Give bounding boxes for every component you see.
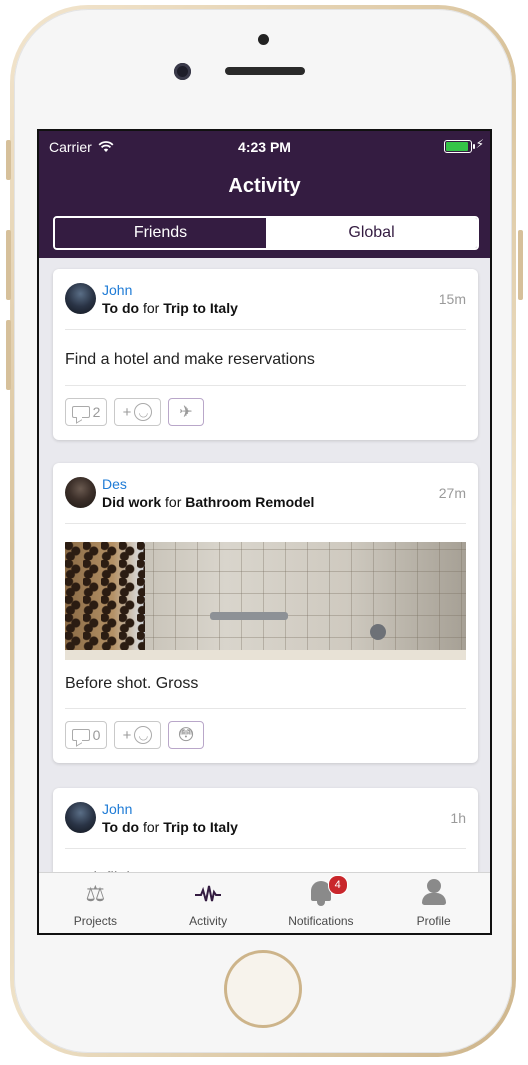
- post-text: Before shot. Gross: [65, 675, 199, 692]
- reaction-flushed-face[interactable]: 😳: [168, 721, 204, 749]
- airplane-icon: ✈: [179, 404, 193, 421]
- home-button[interactable]: [224, 950, 302, 1028]
- plus-icon: +: [122, 726, 132, 744]
- charging-icon: ⚡: [475, 137, 484, 151]
- comment-button[interactable]: 0: [65, 721, 107, 749]
- avatar[interactable]: [65, 802, 96, 833]
- volume-down-button: [6, 320, 11, 390]
- feed-scope-control: Friends Global: [53, 216, 479, 250]
- tab-label: Projects: [73, 914, 118, 928]
- proximity-sensor: [258, 34, 269, 45]
- activity-card[interactable]: John To do for Trip to Italy 1h Book fli…: [53, 788, 478, 873]
- activity-connector: for: [142, 300, 160, 316]
- activity-type: Did work: [102, 494, 162, 510]
- reaction-airplane[interactable]: ✈: [168, 398, 204, 426]
- mute-switch: [6, 140, 11, 180]
- card-header: John To do for Trip to Italy 1h: [53, 788, 478, 848]
- tab-bar: ⚖ Projects Activity 4 Notifications Prof…: [39, 872, 490, 933]
- tab-activity[interactable]: Activity: [152, 873, 265, 933]
- power-button: [518, 230, 523, 300]
- plus-icon: +: [122, 403, 132, 421]
- card-actions: 2 + ◡ ✈: [53, 386, 478, 440]
- tab-friends[interactable]: Friends: [55, 218, 266, 248]
- activity-connector: for: [142, 819, 160, 835]
- card-actions: 0 + ◡ 😳: [53, 709, 478, 763]
- tab-profile[interactable]: Profile: [377, 873, 490, 933]
- person-icon-body: [421, 893, 446, 905]
- divider: [65, 523, 466, 524]
- activity-summary: To do for Trip to Italy: [102, 819, 238, 835]
- activity-type: To do: [102, 300, 140, 316]
- earpiece-speaker: [225, 67, 305, 75]
- tab-global[interactable]: Global: [266, 218, 477, 248]
- photo-faucet: [370, 624, 386, 640]
- add-reaction-button[interactable]: + ◡: [114, 398, 161, 426]
- top-bar: Carrier 4:23 PM ⚡ Activity Friends Globa…: [39, 131, 490, 258]
- activity-summary: Did work for Bathroom Remodel: [102, 494, 314, 510]
- comment-count: 2: [92, 404, 101, 420]
- volume-up-button: [6, 230, 11, 300]
- activity-summary: To do for Trip to Italy: [102, 300, 238, 316]
- avatar[interactable]: [65, 477, 96, 508]
- add-reaction-button[interactable]: + ◡: [114, 721, 161, 749]
- tab-label: Activity: [189, 914, 228, 928]
- timestamp: 1h: [450, 810, 466, 826]
- card-header: John To do for Trip to Italy 15m: [53, 269, 478, 329]
- battery-level: [446, 142, 468, 151]
- photo-tub: [65, 650, 466, 660]
- activity-card[interactable]: Des Did work for Bathroom Remodel 27m Be…: [53, 463, 478, 763]
- tab-notifications[interactable]: 4 Notifications: [265, 873, 378, 933]
- project-name[interactable]: Trip to Italy: [163, 819, 238, 835]
- timestamp: 27m: [438, 485, 466, 501]
- notification-badge: 4: [327, 875, 348, 895]
- tab-label: Profile: [416, 914, 451, 928]
- post-text: Find a hotel and make reservations: [65, 351, 315, 368]
- avatar[interactable]: [65, 283, 96, 314]
- user-name[interactable]: Des: [102, 476, 127, 492]
- post-text: Book flights: [53, 849, 478, 873]
- user-name[interactable]: John: [102, 801, 132, 817]
- photo-curtain: [65, 542, 145, 660]
- comment-count: 0: [92, 727, 101, 743]
- comment-icon: [71, 729, 90, 741]
- post-photo[interactable]: [65, 542, 466, 660]
- user-name[interactable]: John: [102, 282, 132, 298]
- flushed-face-icon: 😳: [177, 727, 195, 744]
- front-camera: [174, 63, 191, 80]
- card-header: Des Did work for Bathroom Remodel 27m: [53, 463, 478, 523]
- tab-projects[interactable]: ⚖ Projects: [39, 873, 152, 933]
- pulse-icon: [193, 879, 223, 909]
- smiley-icon: ◡: [134, 403, 153, 421]
- app-screen: Carrier 4:23 PM ⚡ Activity Friends Globa…: [37, 129, 492, 935]
- status-bar: Carrier 4:23 PM ⚡: [39, 131, 490, 161]
- tab-label: Notifications: [288, 914, 354, 928]
- project-name[interactable]: Bathroom Remodel: [185, 494, 314, 510]
- activity-card[interactable]: John To do for Trip to Italy 15m Find a …: [53, 269, 478, 440]
- photo-grab-bar: [210, 612, 288, 620]
- comment-button[interactable]: 2: [65, 398, 107, 426]
- project-name[interactable]: Trip to Italy: [163, 300, 238, 316]
- page-title: Activity: [228, 175, 301, 197]
- smiley-icon: ◡: [134, 726, 153, 744]
- activity-type: To do: [102, 819, 140, 835]
- activity-feed[interactable]: John To do for Trip to Italy 15m Find a …: [39, 258, 490, 873]
- activity-connector: for: [165, 494, 182, 510]
- timestamp: 15m: [438, 291, 466, 307]
- person-icon: [426, 879, 441, 893]
- comment-icon: [71, 406, 90, 418]
- battery-icon: [444, 140, 475, 153]
- status-time: 4:23 PM: [238, 139, 291, 155]
- scales-icon: ⚖: [85, 881, 106, 906]
